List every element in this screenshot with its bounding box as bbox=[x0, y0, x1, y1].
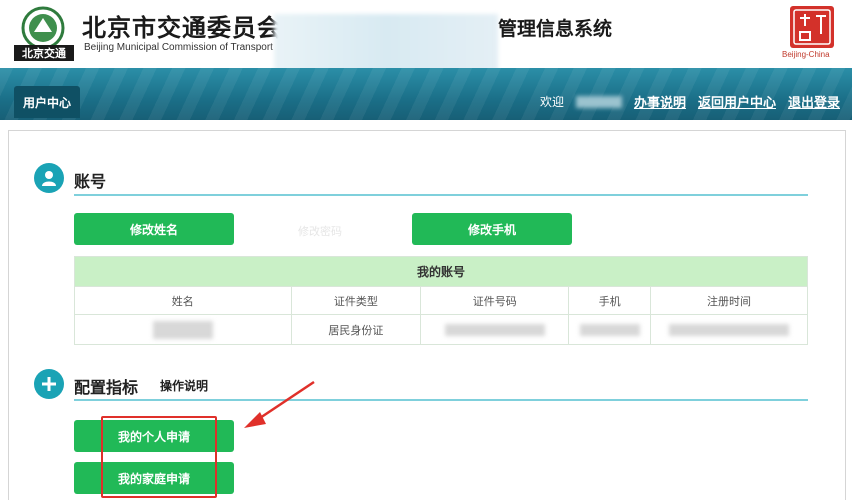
col-phone: 手机 bbox=[568, 286, 652, 315]
cell-id-number bbox=[420, 314, 570, 345]
cell-phone bbox=[568, 314, 652, 345]
capital-seal-icon bbox=[790, 6, 834, 48]
account-table-title: 我的账号 bbox=[74, 256, 808, 287]
edit-phone-button[interactable]: 修改手机 bbox=[412, 213, 572, 245]
nav-right-links: 欢迎 办事说明 返回用户中心 退出登录 bbox=[540, 92, 840, 111]
account-section-divider bbox=[74, 194, 808, 196]
cell-id-type: 居民身份证 bbox=[290, 314, 422, 345]
col-name: 姓名 bbox=[74, 286, 292, 315]
user-icon bbox=[34, 163, 64, 193]
logo-mark-text: 北京交通 bbox=[14, 45, 74, 61]
edit-name-button[interactable]: 修改姓名 bbox=[74, 213, 234, 245]
blurred-username bbox=[575, 95, 622, 108]
navigation-bar: 用户中心 欢迎 办事说明 返回用户中心 退出登录 bbox=[0, 68, 852, 120]
welcome-label: 欢迎 bbox=[539, 95, 564, 109]
col-register-time: 注册时间 bbox=[650, 286, 808, 315]
highlight-box bbox=[101, 416, 217, 498]
link-logout[interactable]: 退出登录 bbox=[788, 92, 840, 111]
org-name-en: Beijing Municipal Commission of Transpor… bbox=[84, 42, 273, 53]
header: 北京交通 北京市交通委员会 Beijing Municipal Commissi… bbox=[0, 0, 852, 78]
config-section-title: 配置指标 bbox=[74, 378, 139, 397]
config-section-divider bbox=[74, 399, 808, 401]
account-table: 我的账号 姓名 证件类型 证件号码 手机 注册时间 居民身份证 bbox=[74, 256, 808, 345]
operation-guide-link[interactable]: 操作说明 bbox=[160, 377, 208, 394]
cell-name bbox=[74, 314, 292, 345]
plus-icon bbox=[34, 369, 64, 399]
faded-password-link[interactable]: 修改密码 bbox=[298, 223, 342, 239]
link-service-guide[interactable]: 办事说明 bbox=[634, 92, 686, 111]
account-section-title: 账号 bbox=[74, 172, 107, 191]
table-header-row: 姓名 证件类型 证件号码 手机 注册时间 bbox=[74, 286, 808, 315]
org-name-cn: 北京市交通委员会 bbox=[82, 14, 282, 42]
col-id-type: 证件类型 bbox=[290, 286, 422, 315]
table-row: 居民身份证 bbox=[74, 314, 808, 345]
red-arrow-icon bbox=[244, 380, 315, 428]
seal-caption: Beijing-China bbox=[782, 50, 830, 59]
tab-user-center[interactable]: 用户中心 bbox=[14, 86, 80, 118]
col-id-number: 证件号码 bbox=[420, 286, 570, 315]
cell-register-time bbox=[650, 314, 808, 345]
link-back-user-center[interactable]: 返回用户中心 bbox=[698, 92, 776, 111]
system-title: 管理信息系统 bbox=[498, 18, 613, 40]
